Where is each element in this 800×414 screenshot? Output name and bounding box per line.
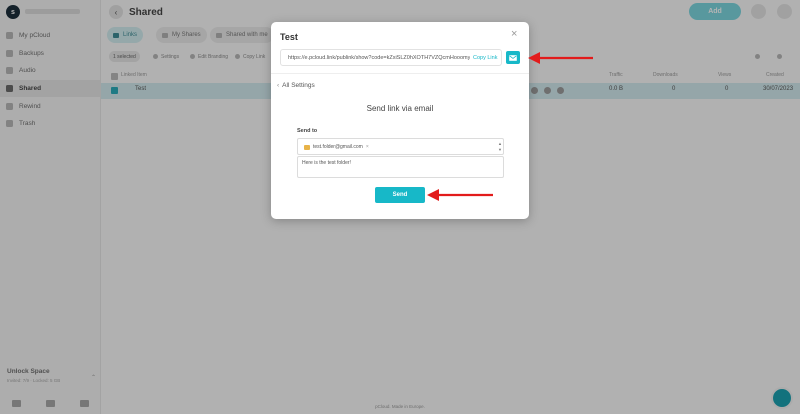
message-text: Here is the test folder! (302, 160, 351, 166)
close-icon[interactable]: × (511, 29, 517, 40)
recipient-email: test.folder@gmail.com (313, 144, 363, 150)
chevron-left-icon: ‹ (277, 82, 280, 89)
send-button[interactable]: Send (375, 187, 425, 203)
recipient-chip[interactable]: test.folder@gmail.com × (304, 143, 369, 151)
send-to-label: Send to (297, 128, 318, 134)
envelope-icon (509, 54, 517, 61)
share-link-field[interactable]: https://e.pcloud.link/publink/show?code=… (280, 49, 502, 66)
copy-link-button[interactable]: Copy Link (473, 55, 497, 61)
message-textarea[interactable]: Here is the test folder! (297, 156, 504, 178)
recipient-input[interactable]: test.folder@gmail.com × ▲ ▼ (297, 138, 504, 155)
modal-title: Test (280, 32, 298, 42)
all-settings-link[interactable]: ‹ All Settings (277, 82, 315, 89)
send-link-heading: Send link via email (366, 104, 434, 113)
annotation-arrow-email (528, 52, 593, 64)
share-link-url[interactable]: https://e.pcloud.link/publink/show?code=… (288, 55, 470, 61)
remove-recipient-icon[interactable]: × (366, 144, 369, 150)
annotation-arrow-send (427, 189, 493, 201)
scroll-arrows-icon[interactable]: ▲ ▼ (498, 141, 502, 153)
all-settings-label: All Settings (282, 82, 315, 89)
folder-icon (304, 144, 310, 150)
modal-divider (271, 73, 529, 74)
email-link-button[interactable] (506, 51, 520, 64)
